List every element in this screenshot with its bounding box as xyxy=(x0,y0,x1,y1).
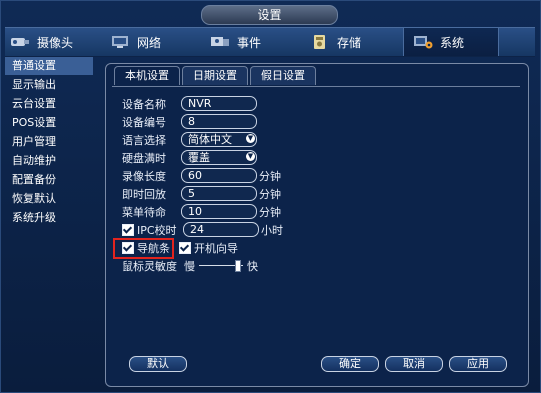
slider-handle[interactable] xyxy=(235,260,241,272)
tab-holiday-settings[interactable]: 假日设置 xyxy=(250,66,316,85)
instant-playback-label: 即时回放 xyxy=(122,187,166,201)
camera-icon xyxy=(9,34,31,50)
record-length-input[interactable]: 60 xyxy=(181,168,257,183)
sidebar-item-users[interactable]: 用户管理 xyxy=(5,133,93,151)
row-mouse-sensitivity: 鼠标灵敏度 慢 快 xyxy=(122,258,258,273)
chevron-down-icon: ▼ xyxy=(246,134,255,143)
row-device-no: 设备编号 8 xyxy=(122,114,257,129)
language-select[interactable]: 简体中文 ▼ xyxy=(181,132,257,147)
record-length-unit: 分钟 xyxy=(259,169,281,183)
instant-playback-input[interactable]: 5 xyxy=(181,186,257,201)
menu-standby-label: 菜单待命 xyxy=(122,205,166,219)
cancel-button[interactable]: 取消 xyxy=(385,356,443,372)
tab-bar: 本机设置 日期设置 假日设置 xyxy=(114,66,318,86)
ipc-sync-unit: 小时 xyxy=(261,223,283,237)
nav-network-label: 网络 xyxy=(137,35,162,50)
chevron-down-icon: ▼ xyxy=(246,152,255,161)
sidebar-item-upgrade[interactable]: 系统升级 xyxy=(5,209,93,227)
storage-icon xyxy=(309,34,331,50)
menu-standby-input[interactable]: 10 xyxy=(181,204,257,219)
row-ipc-sync: IPC校时 24 小时 xyxy=(122,222,283,237)
nav-system[interactable]: 系统 xyxy=(403,28,499,56)
sidebar-item-config-backup[interactable]: 配置备份 xyxy=(5,171,93,189)
ipc-sync-input[interactable]: 24 xyxy=(183,222,259,237)
row-record-length: 录像长度 60 分钟 xyxy=(122,168,281,183)
row-menu-standby: 菜单待命 10 分钟 xyxy=(122,204,281,219)
window-title: 设置 xyxy=(201,5,338,25)
system-icon xyxy=(412,34,434,50)
nav-camera[interactable]: 摄像头 xyxy=(9,28,99,56)
ok-button[interactable]: 确定 xyxy=(321,356,379,372)
apply-button[interactable]: 应用 xyxy=(449,356,507,372)
sidebar-item-pos[interactable]: POS设置 xyxy=(5,114,93,132)
startup-wizard-label: 开机向导 xyxy=(194,241,238,255)
row-instant-playback: 即时回放 5 分钟 xyxy=(122,186,281,201)
sidebar-item-auto-maintain[interactable]: 自动维护 xyxy=(5,152,93,170)
event-icon xyxy=(209,34,231,50)
device-no-label: 设备编号 xyxy=(122,115,166,129)
network-icon xyxy=(109,34,131,50)
device-name-label: 设备名称 xyxy=(122,97,166,111)
language-label: 语言选择 xyxy=(122,133,166,147)
disk-full-label: 硬盘满时 xyxy=(122,151,166,165)
nav-storage[interactable]: 存储 xyxy=(309,28,399,56)
nav-storage-label: 存储 xyxy=(337,35,362,50)
sidebar-item-restore-default[interactable]: 恢复默认 xyxy=(5,190,93,208)
mouse-sensitivity-fast: 快 xyxy=(247,259,258,273)
top-navigation: 摄像头 网络 事件 存储 系统 xyxy=(5,27,535,57)
tab-date-settings[interactable]: 日期设置 xyxy=(182,66,248,85)
sidebar-item-ptz[interactable]: 云台设置 xyxy=(5,95,93,113)
instant-playback-unit: 分钟 xyxy=(259,187,281,201)
row-device-name: 设备名称 NVR xyxy=(122,96,257,111)
ipc-sync-checkbox[interactable] xyxy=(122,223,134,236)
nav-event[interactable]: 事件 xyxy=(209,28,299,56)
menu-standby-unit: 分钟 xyxy=(259,205,281,219)
nav-network[interactable]: 网络 xyxy=(109,28,199,56)
default-button[interactable]: 默认 xyxy=(129,356,187,372)
settings-panel: 本机设置 日期设置 假日设置 设备名称 NVR 设备编号 8 语言选择 简体中文… xyxy=(105,63,529,387)
nav-event-label: 事件 xyxy=(237,35,262,50)
ipc-sync-label: IPC校时 xyxy=(137,223,177,237)
settings-window: 设置 摄像头 网络 事件 存储 系统 普通设置 显示输出 云台设置 POS设置 … xyxy=(0,0,541,393)
nav-camera-label: 摄像头 xyxy=(37,35,74,50)
device-name-input[interactable]: NVR xyxy=(181,96,257,111)
row-language: 语言选择 简体中文 ▼ xyxy=(122,132,257,147)
tab-local-settings[interactable]: 本机设置 xyxy=(114,66,180,85)
tab-divider xyxy=(112,86,520,87)
mouse-sensitivity-label: 鼠标灵敏度 xyxy=(122,259,177,273)
nav-system-label: 系统 xyxy=(440,35,465,50)
sidebar-item-general[interactable]: 普通设置 xyxy=(5,57,93,75)
device-no-input[interactable]: 8 xyxy=(181,114,257,129)
startup-wizard-checkbox[interactable] xyxy=(179,241,191,254)
row-disk-full: 硬盘满时 覆盖 ▼ xyxy=(122,150,257,165)
sidebar: 普通设置 显示输出 云台设置 POS设置 用户管理 自动维护 配置备份 恢复默认… xyxy=(5,57,93,387)
mouse-sensitivity-slow: 慢 xyxy=(184,259,195,273)
mouse-sensitivity-slider[interactable] xyxy=(199,260,243,272)
sidebar-item-display-output[interactable]: 显示输出 xyxy=(5,76,93,94)
record-length-label: 录像长度 xyxy=(122,169,166,183)
highlight-box xyxy=(113,238,174,259)
disk-full-select[interactable]: 覆盖 ▼ xyxy=(181,150,257,165)
